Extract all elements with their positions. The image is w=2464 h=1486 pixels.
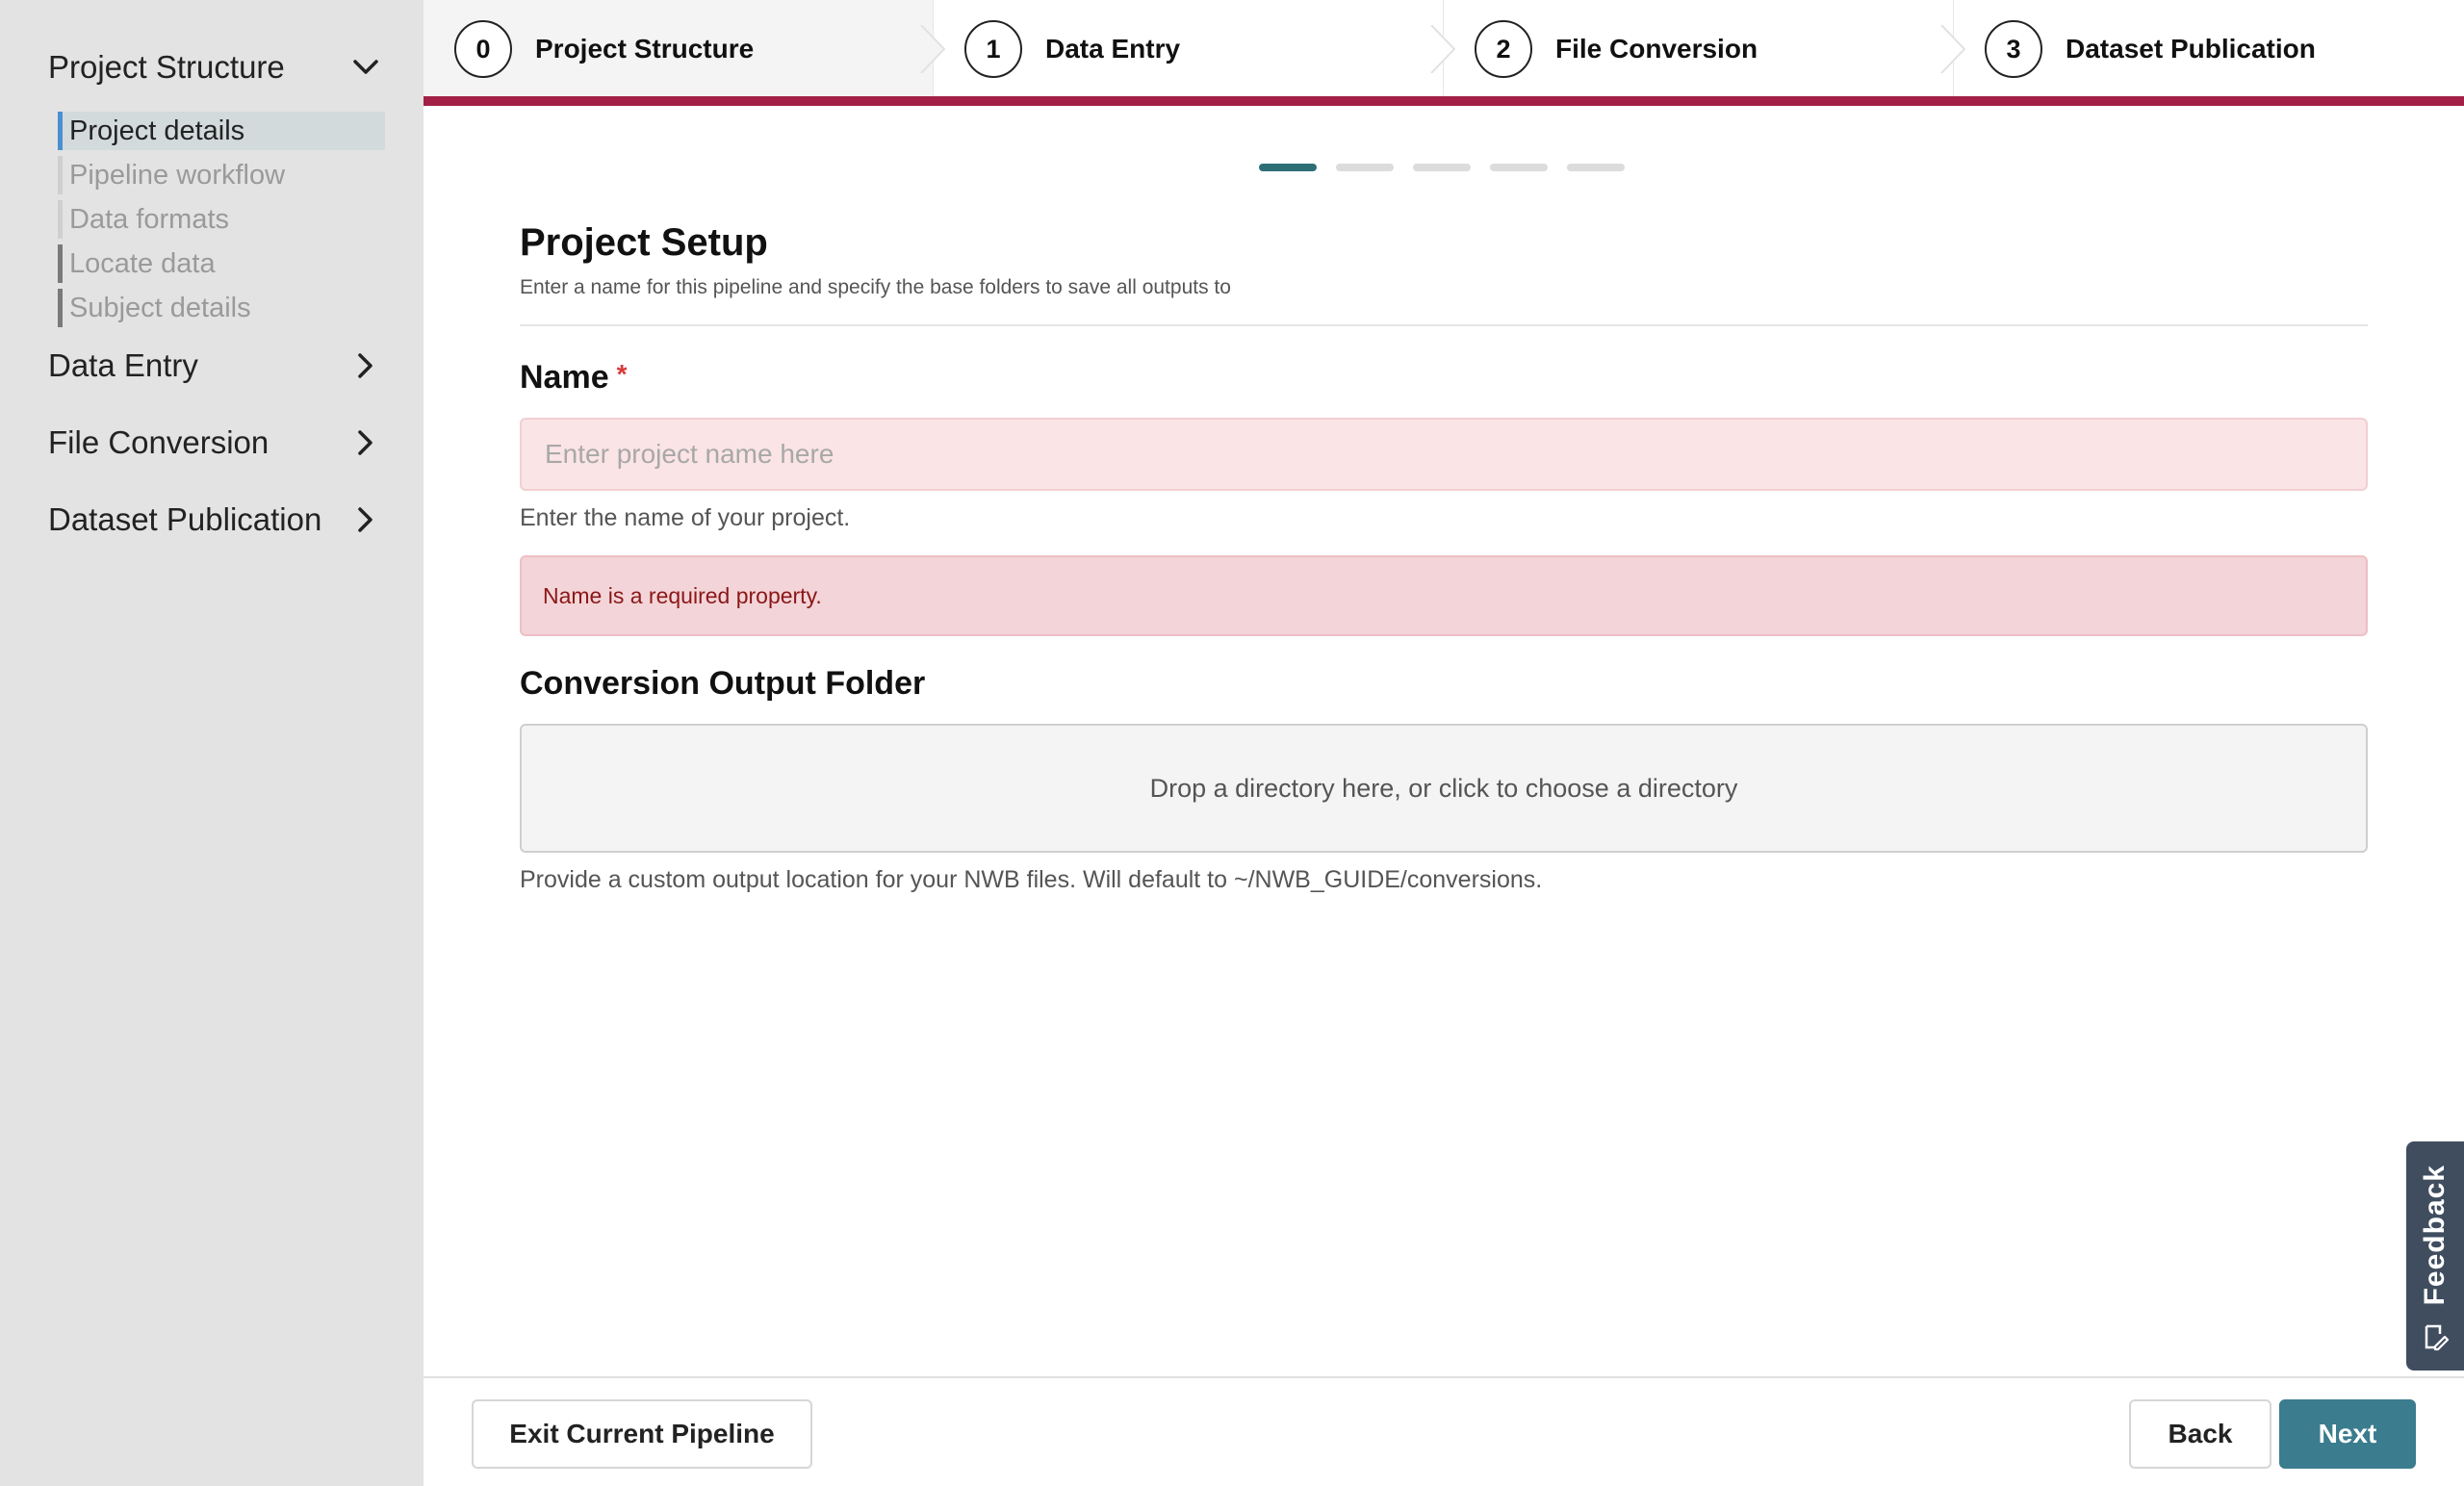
output-folder-label: Conversion Output Folder bbox=[520, 665, 926, 702]
step-dataset-publication[interactable]: 3 Dataset Publication bbox=[1954, 0, 2464, 98]
sidebar-section-project-structure[interactable]: Project Structure bbox=[48, 48, 385, 87]
output-folder-dropzone[interactable]: Drop a directory here, or click to choos… bbox=[520, 724, 2368, 853]
step-project-structure[interactable]: 0 Project Structure bbox=[424, 0, 946, 98]
sidebar-section-label: Project Structure bbox=[48, 49, 285, 85]
name-field-label: Name * bbox=[520, 359, 2368, 397]
back-button[interactable]: Back bbox=[2129, 1399, 2272, 1469]
page-title: Project Setup bbox=[520, 221, 768, 264]
sidebar-section-label: File Conversion bbox=[48, 424, 270, 460]
next-button[interactable]: Next bbox=[2279, 1399, 2416, 1469]
page-dot bbox=[1567, 164, 1625, 171]
divider bbox=[520, 324, 2368, 326]
chevron-right-icon bbox=[346, 346, 385, 385]
step-file-conversion[interactable]: 2 File Conversion bbox=[1444, 0, 1966, 98]
step-data-entry[interactable]: 1 Data Entry bbox=[934, 0, 1456, 98]
item-marker bbox=[58, 289, 63, 327]
step-label: Data Entry bbox=[1045, 34, 1181, 64]
step-label: Project Structure bbox=[535, 34, 755, 64]
pipeline-stepper: 0 Project Structure 1 Data Entry 2 File … bbox=[424, 0, 2464, 98]
item-marker bbox=[58, 156, 63, 194]
page-dot bbox=[1259, 164, 1317, 171]
page-dot bbox=[1413, 164, 1471, 171]
step-number: 2 bbox=[1475, 20, 1532, 78]
required-mark: * bbox=[616, 359, 628, 389]
sidebar-section-label: Dataset Publication bbox=[48, 501, 322, 537]
chevron-right-icon bbox=[346, 423, 385, 462]
item-marker bbox=[58, 244, 63, 283]
page-dot bbox=[1490, 164, 1548, 171]
sidebar-section-dataset-publication[interactable]: Dataset Publication bbox=[48, 500, 385, 539]
sidebar-item-label: Locate data bbox=[69, 247, 216, 279]
sidebar-item-label: Subject details bbox=[69, 292, 251, 323]
sidebar-subitems: Project details Pipeline workflow Data f… bbox=[58, 112, 385, 333]
sidebar-section-data-entry[interactable]: Data Entry bbox=[48, 346, 385, 385]
sidebar-item-label: Pipeline workflow bbox=[69, 159, 286, 191]
sidebar: Project Structure Project details Pipeli… bbox=[0, 0, 424, 1486]
sidebar-item-pipeline-workflow[interactable]: Pipeline workflow bbox=[58, 156, 385, 194]
project-name-input[interactable] bbox=[520, 418, 2368, 491]
step-label: Dataset Publication bbox=[2066, 34, 2316, 64]
stepper-progress-bar bbox=[424, 96, 2464, 106]
sidebar-item-subject-details[interactable]: Subject details bbox=[58, 289, 385, 327]
exit-pipeline-button[interactable]: Exit Current Pipeline bbox=[472, 1399, 812, 1469]
sidebar-section-label: Data Entry bbox=[48, 347, 198, 383]
step-separator-icon bbox=[920, 25, 946, 73]
feedback-label: Feedback bbox=[2419, 1165, 2451, 1306]
item-marker bbox=[58, 200, 63, 239]
sidebar-item-locate-data[interactable]: Locate data bbox=[58, 244, 385, 283]
name-label-text: Name bbox=[520, 359, 609, 396]
active-marker bbox=[58, 112, 63, 150]
footer-bar: Exit Current Pipeline Back Next bbox=[424, 1376, 2464, 1486]
step-number: 1 bbox=[964, 20, 1022, 78]
sidebar-item-data-formats[interactable]: Data formats bbox=[58, 200, 385, 239]
step-number: 3 bbox=[1985, 20, 2042, 78]
step-separator-icon bbox=[1940, 25, 1966, 73]
feedback-tab[interactable]: Feedback bbox=[2406, 1141, 2464, 1371]
sidebar-item-label: Project details bbox=[69, 115, 245, 146]
name-help-text: Enter the name of your project. bbox=[520, 504, 851, 531]
step-separator-icon bbox=[1430, 25, 1456, 73]
page-subtitle: Enter a name for this pipeline and speci… bbox=[520, 276, 1231, 298]
chevron-down-icon bbox=[346, 48, 385, 87]
page-indicator bbox=[1259, 164, 1625, 171]
page-dot bbox=[1336, 164, 1394, 171]
name-error-message: Name is a required property. bbox=[520, 555, 2368, 636]
step-number: 0 bbox=[454, 20, 512, 78]
chevron-right-icon bbox=[346, 500, 385, 539]
feedback-icon bbox=[2425, 1325, 2450, 1351]
sidebar-section-file-conversion[interactable]: File Conversion bbox=[48, 423, 385, 462]
sidebar-item-project-details[interactable]: Project details bbox=[58, 112, 385, 150]
step-label: File Conversion bbox=[1555, 34, 1758, 64]
output-folder-help-text: Provide a custom output location for you… bbox=[520, 866, 1543, 893]
main-content: Project Setup Enter a name for this pipe… bbox=[520, 221, 2368, 894]
sidebar-item-label: Data formats bbox=[69, 203, 229, 235]
